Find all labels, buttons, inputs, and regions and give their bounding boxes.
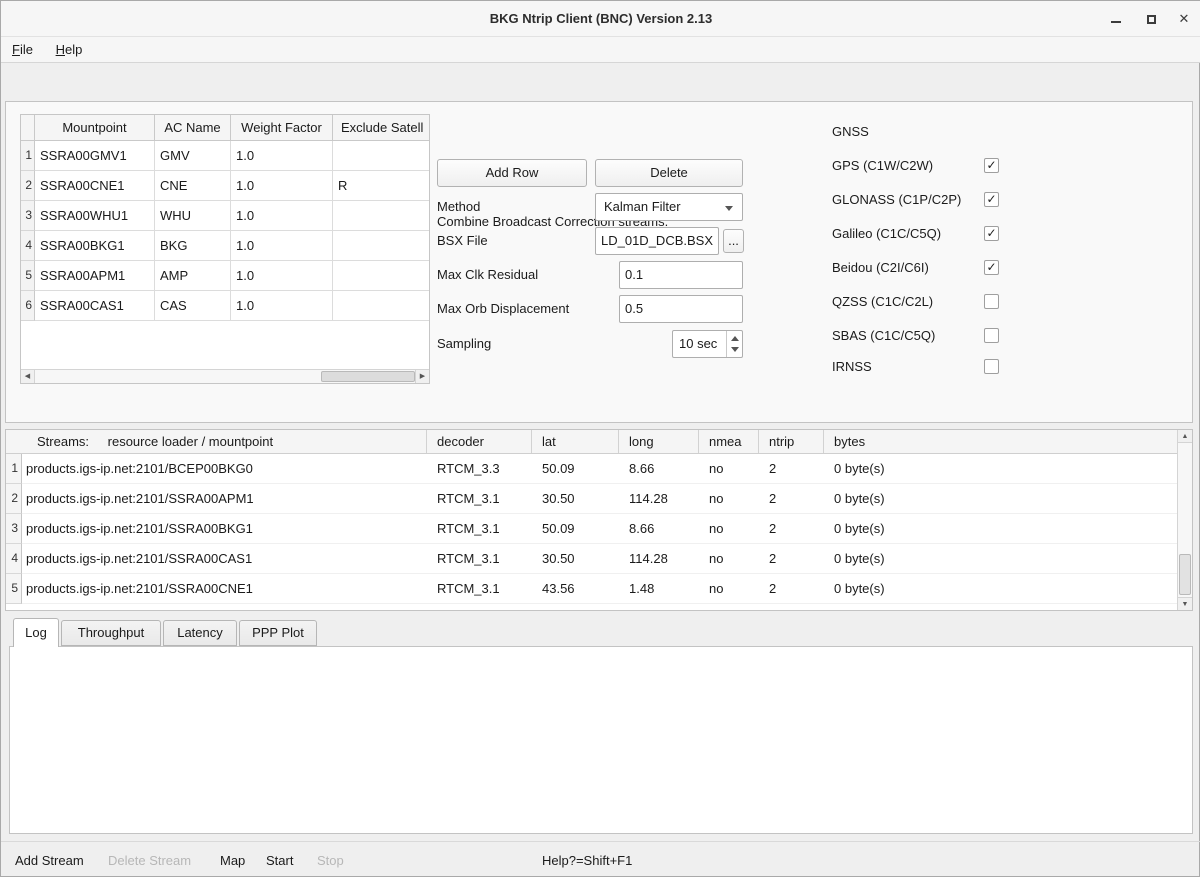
gnss-item-sbas: SBAS (C1C/C5Q)	[832, 327, 999, 345]
gnss-item-qzss: QZSS (C1C/C2L)	[832, 293, 999, 311]
gnss-item-irnss: IRNSS	[832, 358, 999, 376]
gps-checkbox[interactable]	[984, 158, 999, 173]
stream-row[interactable]: 3 products.igs-ip.net:2101/SSRA00BKG1 RT…	[6, 514, 1192, 544]
galileo-checkbox[interactable]	[984, 226, 999, 241]
col-header-ntrip: ntrip	[759, 430, 824, 453]
max-clk-residual-label: Max Clk Residual	[437, 261, 538, 289]
combine-corrections-panel: Mountpoint AC Name Weight Factor Exclude…	[5, 101, 1193, 423]
bsx-file-input[interactable]: LD_01D_DCB.BSX	[595, 227, 719, 255]
method-select[interactable]: Kalman Filter	[595, 193, 743, 221]
scroll-down-icon[interactable]: ▼	[1178, 597, 1192, 610]
bsx-file-label: BSX File	[437, 227, 488, 255]
combination-table: Mountpoint AC Name Weight Factor Exclude…	[20, 114, 430, 384]
combination-table-header: Mountpoint AC Name Weight Factor Exclude…	[21, 115, 429, 141]
sbas-checkbox[interactable]	[984, 328, 999, 343]
col-header-mountpoint: Mountpoint	[35, 115, 155, 140]
stream-row[interactable]: 4 products.igs-ip.net:2101/SSRA00CAS1 RT…	[6, 544, 1192, 574]
max-clk-residual-input[interactable]: 0.1	[619, 261, 743, 289]
sampling-spinner[interactable]: 10 sec	[672, 330, 743, 358]
tab-latency[interactable]: Latency	[163, 620, 237, 646]
max-orb-displacement-input[interactable]: 0.5	[619, 295, 743, 323]
horizontal-scrollbar[interactable]: ◀ ▶	[21, 369, 429, 383]
col-header-ac-name: AC Name	[155, 115, 231, 140]
qzss-checkbox[interactable]	[984, 294, 999, 309]
col-header-lat: lat	[532, 430, 619, 453]
chevron-down-icon	[725, 206, 733, 211]
streams-table: Streams: resource loader / mountpoint de…	[5, 429, 1193, 611]
start-action[interactable]: Start	[266, 852, 293, 870]
scroll-up-icon[interactable]: ▲	[1178, 430, 1192, 443]
method-value: Kalman Filter	[604, 199, 681, 214]
col-header-decoder: decoder	[427, 430, 532, 453]
vertical-scrollbar[interactable]: ▲ ▼	[1177, 430, 1192, 610]
scrollbar-thumb[interactable]	[1179, 554, 1191, 595]
window-title: BKG Ntrip Client (BNC) Version 2.13	[1, 1, 1200, 37]
col-header-mountpoint: resource loader / mountpoint	[93, 434, 273, 449]
sampling-value: 10 sec	[679, 336, 717, 351]
spin-down-icon[interactable]	[731, 347, 739, 352]
browse-button[interactable]: ...	[723, 229, 744, 253]
delete-stream-action: Delete Stream	[108, 852, 191, 870]
tab-throughput[interactable]: Throughput	[61, 620, 161, 646]
menu-help[interactable]: Help	[48, 37, 91, 62]
streams-header: Streams: resource loader / mountpoint de…	[6, 430, 1192, 454]
gnss-title: GNSS	[832, 124, 869, 139]
gnss-item-beidou: Beidou (C2I/C6I)	[832, 259, 999, 277]
menu-bar: File Help	[1, 37, 1200, 63]
glonass-checkbox[interactable]	[984, 192, 999, 207]
table-row[interactable]: 3 SSRA00WHU1 WHU 1.0	[21, 201, 429, 231]
scroll-right-icon[interactable]: ▶	[415, 370, 429, 383]
minimize-icon	[1111, 21, 1121, 23]
max-orb-displacement-label: Max Orb Displacement	[437, 295, 569, 323]
col-header-long: long	[619, 430, 699, 453]
bnc-window: { "window": { "title": "BKG Ntrip Client…	[0, 0, 1200, 877]
method-label: Method	[437, 193, 480, 221]
gnss-item-galileo: Galileo (C1C/C5Q)	[832, 225, 999, 243]
col-header-exclude-satellites: Exclude Satell	[333, 115, 429, 140]
top-tab-bar: SP3 Comparison Broadcast Corrections Fee…	[1, 71, 1200, 102]
streams-label: Streams:	[37, 434, 89, 449]
gnss-item-gps: GPS (C1W/C2W)	[832, 157, 999, 175]
log-output-area[interactable]	[9, 646, 1193, 834]
table-row[interactable]: 2 SSRA00CNE1 CNE 1.0 R	[21, 171, 429, 201]
scroll-left-icon[interactable]: ◀	[21, 370, 35, 383]
stream-row[interactable]: 5 products.igs-ip.net:2101/SSRA00CNE1 RT…	[6, 574, 1192, 604]
table-row[interactable]: 6 SSRA00CAS1 CAS 1.0	[21, 291, 429, 321]
col-header-bytes: bytes	[824, 430, 1192, 453]
maximize-button[interactable]	[1136, 1, 1166, 37]
table-row[interactable]: 1 SSRA00GMV1 GMV 1.0	[21, 141, 429, 171]
add-stream-action[interactable]: Add Stream	[15, 852, 84, 870]
stream-row[interactable]: 1 products.igs-ip.net:2101/BCEP00BKG0 RT…	[6, 454, 1192, 484]
beidou-checkbox[interactable]	[984, 260, 999, 275]
col-header-weight-factor: Weight Factor	[231, 115, 333, 140]
close-icon: ✕	[1179, 11, 1190, 26]
minimize-button[interactable]	[1101, 1, 1131, 37]
tab-ppp-plot[interactable]: PPP Plot	[239, 620, 317, 646]
spin-up-icon[interactable]	[731, 336, 739, 341]
add-row-button[interactable]: Add Row	[437, 159, 587, 187]
title-bar: BKG Ntrip Client (BNC) Version 2.13 ✕	[1, 1, 1200, 37]
col-header-nmea: nmea	[699, 430, 759, 453]
irnss-checkbox[interactable]	[984, 359, 999, 374]
close-button[interactable]: ✕	[1169, 1, 1199, 37]
stream-row[interactable]: 2 products.igs-ip.net:2101/SSRA00APM1 RT…	[6, 484, 1192, 514]
stop-action: Stop	[317, 852, 344, 870]
maximize-icon	[1147, 15, 1156, 24]
map-action[interactable]: Map	[220, 852, 245, 870]
gnss-item-glonass: GLONASS (C1P/C2P)	[832, 191, 999, 209]
scrollbar-thumb[interactable]	[321, 371, 415, 382]
sampling-label: Sampling	[437, 330, 491, 358]
menu-file[interactable]: File	[4, 37, 41, 62]
delete-button[interactable]: Delete	[595, 159, 743, 187]
toolbar-separator	[1, 841, 1200, 842]
table-row[interactable]: 5 SSRA00APM1 AMP 1.0	[21, 261, 429, 291]
help-hint: Help?=Shift+F1	[542, 852, 632, 870]
table-row[interactable]: 4 SSRA00BKG1 BKG 1.0	[21, 231, 429, 261]
tab-log[interactable]: Log	[13, 618, 59, 647]
